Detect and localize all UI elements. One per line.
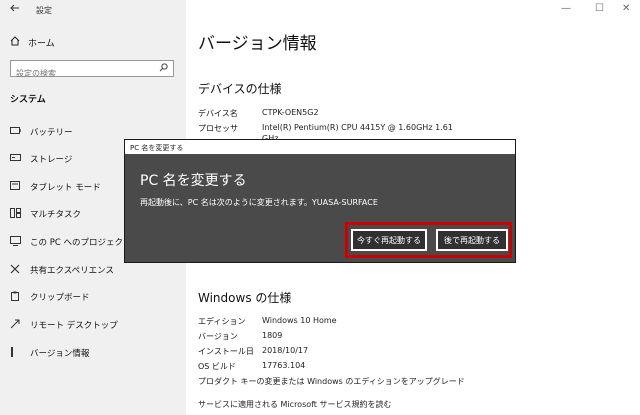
spec-value: Windows 10 Home — [262, 316, 337, 325]
sidebar-item-shared-experiences[interactable]: 共有エクスペリエンス — [10, 263, 114, 277]
dialog-message: 再起動後に、PC 名は次のように変更されます。YUASA-SURFACE — [140, 198, 378, 207]
close-button[interactable]: ✕ — [622, 3, 630, 14]
shared-experiences-icon — [10, 264, 24, 277]
windows-spec-heading: Windows の仕様 — [198, 291, 292, 305]
sidebar-item-label: リモート デスクトップ — [30, 321, 118, 331]
spec-value: 2018/10/17 — [262, 346, 309, 355]
arrow-left-icon[interactable] — [10, 3, 20, 16]
search-box — [10, 60, 174, 81]
battery-icon — [10, 127, 24, 137]
sidebar-item-label: バッテリー — [30, 128, 73, 138]
spec-value: 1809 — [262, 331, 283, 340]
sidebar-item-battery[interactable]: バッテリー — [10, 125, 73, 139]
spec-key: エディション — [198, 317, 246, 326]
home-icon — [10, 36, 22, 49]
sidebar-item-label: ホーム — [28, 39, 55, 49]
sidebar-item-multitask[interactable]: マルチタスク — [10, 207, 81, 221]
dialog-title: PC 名を変更する — [140, 173, 247, 189]
tablet-mode-icon — [10, 180, 24, 194]
rename-pc-dialog: PC 名を変更する PC 名を変更する 再起動後に、PC 名は次のように変更され… — [124, 139, 516, 263]
spec-key: プロセッサ — [198, 124, 238, 133]
ms-service-terms-link[interactable]: サービスに適用される Microsoft サービス規約を読む — [198, 399, 392, 410]
sidebar-item-label: バージョン情報 — [30, 349, 90, 359]
sidebar-item-label: ストレージ — [30, 155, 73, 165]
spec-key: インストール日 — [198, 347, 254, 356]
spec-value: 17763.104 — [262, 361, 306, 370]
restart-now-button[interactable]: 今すぐ再起動する — [351, 229, 427, 251]
sidebar-item-about[interactable]: バージョン情報 — [10, 346, 89, 360]
info-icon — [10, 346, 24, 360]
spec-key: デバイス名 — [198, 109, 238, 118]
sidebar-item-storage[interactable]: ストレージ — [10, 152, 72, 166]
sidebar-item-label: タブレット モード — [30, 183, 101, 193]
remote-desktop-icon — [10, 319, 24, 332]
storage-icon — [10, 154, 24, 164]
sidebar-item-remote-desktop[interactable]: リモート デスクトップ — [10, 318, 118, 332]
sidebar-item-label: 共有エクスペリエンス — [30, 266, 114, 276]
restart-later-button[interactable]: 後で再起動する — [436, 229, 508, 251]
sidebar-item-tablet-mode[interactable]: タブレット モード — [10, 180, 101, 194]
sidebar-item-label: マルチタスク — [30, 210, 82, 220]
spec-value: Intel(R) Pentium(R) CPU 4415Y @ 1.60GHz … — [262, 123, 453, 132]
app-title: 設定 — [36, 6, 52, 15]
clipboard-icon — [10, 291, 24, 304]
device-spec-heading: デバイスの仕様 — [198, 82, 282, 96]
spec-value: CTPK-OEN5G2 — [262, 108, 319, 117]
page-title: バージョン情報 — [198, 34, 317, 54]
multitask-icon — [10, 207, 24, 221]
change-product-key-link[interactable]: プロダクト キーの変更または Windows のエディションをアップグレード — [198, 376, 465, 387]
sidebar-item-clipboard[interactable]: クリップボード — [10, 290, 90, 304]
section-label: システム — [10, 95, 46, 105]
search-icon[interactable] — [159, 63, 168, 75]
maximize-button[interactable]: ☐ — [595, 3, 604, 14]
dialog-titlebar: PC 名を変更する — [125, 140, 515, 154]
search-input[interactable] — [11, 66, 151, 81]
spec-key: OS ビルド — [198, 362, 236, 371]
minimize-button[interactable]: — — [561, 3, 571, 14]
projection-icon — [10, 235, 24, 249]
spec-key: バージョン — [198, 332, 238, 341]
sidebar-item-label: クリップボード — [30, 293, 90, 303]
sidebar-item-home[interactable]: ホーム — [10, 36, 55, 49]
